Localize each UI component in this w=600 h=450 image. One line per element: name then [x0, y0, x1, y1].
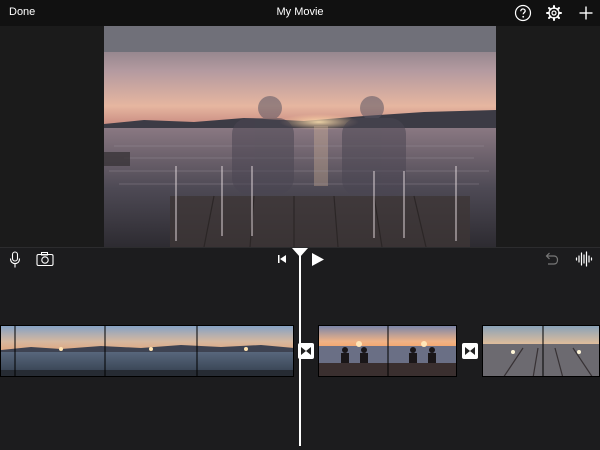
- undo-icon[interactable]: [543, 251, 559, 265]
- transition-icon[interactable]: [462, 343, 478, 359]
- people-on-dock-clip[interactable]: [318, 325, 457, 377]
- microphone-icon[interactable]: [9, 251, 21, 269]
- dock-sunset-clip[interactable]: [482, 325, 600, 377]
- plus-icon[interactable]: [577, 4, 595, 22]
- gear-icon[interactable]: [545, 4, 563, 22]
- play-icon[interactable]: [311, 252, 325, 267]
- help-icon[interactable]: [514, 4, 532, 22]
- project-title: My Movie: [276, 6, 324, 18]
- camera-icon[interactable]: [36, 251, 54, 267]
- sunset-lake-thumbnails: [1, 326, 293, 376]
- dock-sunset-thumbnails: [483, 326, 599, 376]
- video-preview[interactable]: [104, 26, 496, 247]
- sunset-lake-preview-image: [104, 26, 496, 247]
- skip-to-start-icon[interactable]: [277, 254, 287, 264]
- video-viewer: [0, 26, 600, 247]
- sunset-lake-clip[interactable]: [0, 325, 294, 377]
- people-on-dock-thumbnails: [319, 326, 456, 376]
- audio-waveform-icon[interactable]: [575, 251, 593, 267]
- playhead[interactable]: [299, 250, 301, 446]
- top-bar: Done My Movie: [0, 0, 600, 26]
